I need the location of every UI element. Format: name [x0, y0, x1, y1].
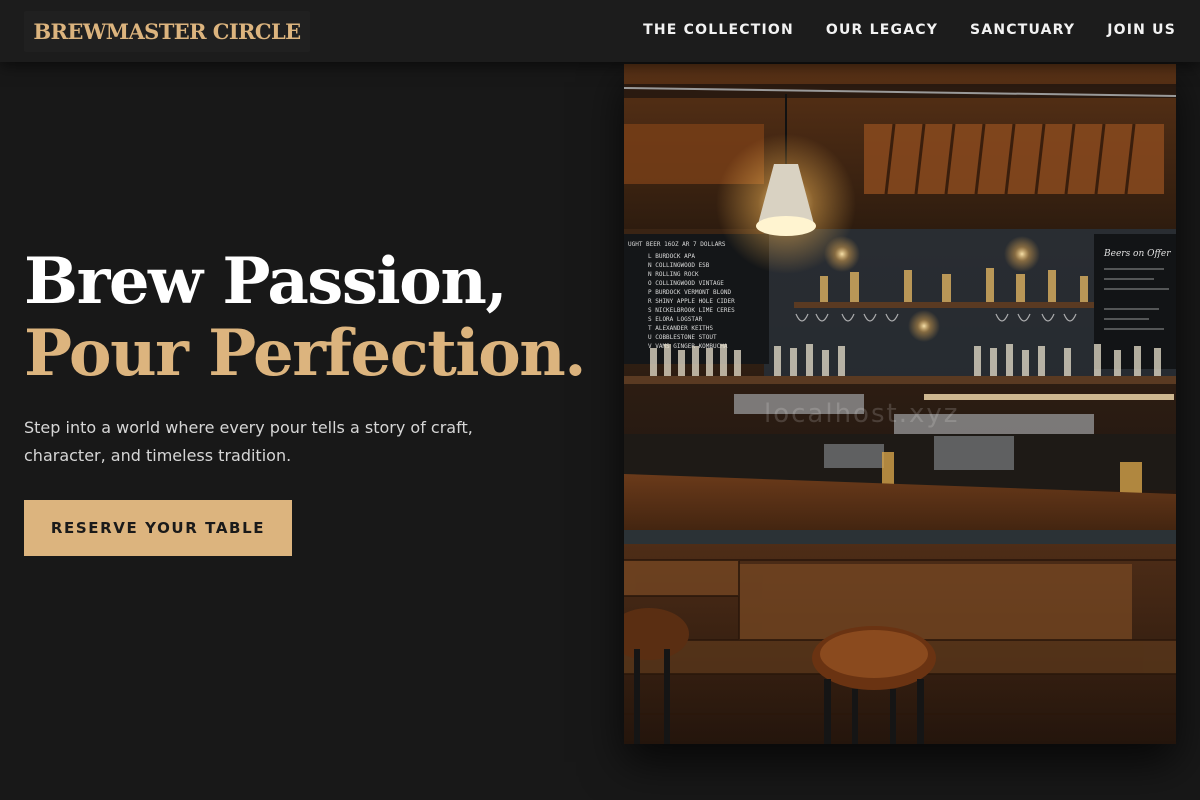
- chalkboard-item: R SHINY APPLE HOLE CIDER: [648, 298, 735, 305]
- chalkboard-item: T ALEXANDER KEITHS: [648, 325, 713, 332]
- chalkboard-item: L BURDOCK APA: [648, 253, 695, 260]
- chalkboard-item: P BURDOCK VERMONT BLOND: [648, 289, 731, 296]
- nav-link-sanctuary[interactable]: SANCTUARY: [970, 22, 1075, 38]
- nav-link-join[interactable]: JOIN US: [1107, 22, 1176, 38]
- brand-logo[interactable]: BREWMASTER CIRCLE: [24, 11, 310, 52]
- nav-link-legacy[interactable]: OUR LEGACY: [826, 22, 938, 38]
- chalkboard-item: U COBBLESTONE STOUT: [648, 334, 717, 341]
- chalkboard-left-header: UGHT BEER 16OZ AR 7 DOLLARS: [628, 241, 726, 248]
- chalkboard-item: V VAMS GINGER KOMBUCHA: [648, 343, 728, 350]
- chalkboard-right-header: Beers on Offer: [1103, 249, 1171, 259]
- top-nav: BREWMASTER CIRCLE THE COLLECTION OUR LEG…: [0, 0, 1200, 62]
- chalkboard-item: O COLLINGWOOD VINTAGE: [648, 280, 724, 287]
- bar-photo-illustration: UGHT BEER 16OZ AR 7 DOLLARS L BURDOCK AP…: [624, 64, 1176, 744]
- headline-line-2: Pour Perfection.: [24, 316, 587, 391]
- chalkboard-item: S NICKELBROOK LIME CERES: [648, 307, 735, 314]
- nav-link-collection[interactable]: THE COLLECTION: [643, 22, 794, 38]
- hero-bar-image: UGHT BEER 16OZ AR 7 DOLLARS L BURDOCK AP…: [624, 64, 1176, 744]
- chalkboard-item: N ROLLING ROCK: [648, 271, 699, 278]
- chalkboard-item: N COLLINGWOOD ESB: [648, 262, 710, 269]
- hero-headline: Brew Passion, Pour Perfection.: [24, 244, 587, 391]
- hero-lead: Step into a world where every pour tells…: [24, 418, 473, 465]
- reserve-table-button[interactable]: RESERVE YOUR TABLE: [24, 500, 292, 556]
- nav-links: THE COLLECTION OUR LEGACY SANCTUARY JOIN…: [643, 22, 1176, 38]
- image-watermark: localhost.xyz: [764, 399, 959, 429]
- headline-line-1: Brew Passion,: [24, 244, 508, 319]
- chalkboard-item: S ELORA LOGSTAR: [648, 316, 703, 323]
